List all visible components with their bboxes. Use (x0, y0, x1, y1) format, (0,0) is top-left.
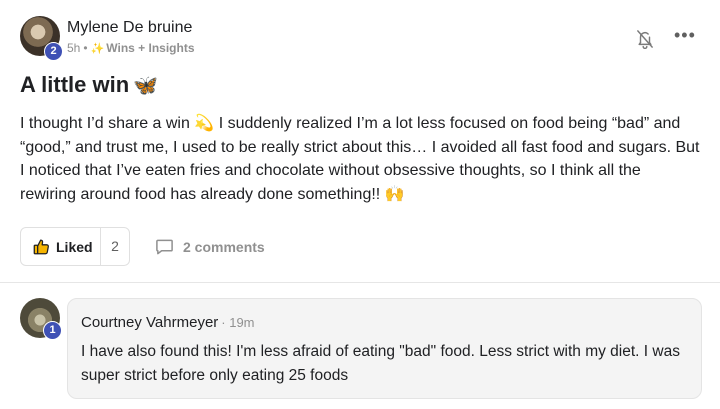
comment-time: · 19m (221, 315, 255, 330)
comment-bubble: Courtney Vahrmeyer · 19m I have also foun… (67, 298, 702, 399)
like-count[interactable]: 2 (101, 228, 129, 265)
comments-label: 2 comments (183, 238, 265, 255)
post-time: 5h (67, 41, 81, 55)
comment-text: I have also found this! I'm less afraid … (81, 343, 680, 384)
post-author[interactable]: Mylene De bruine (67, 19, 192, 37)
butterfly-emoji: 🦋 (133, 75, 159, 97)
comment-icon (156, 239, 173, 255)
post-category[interactable]: Wins + Insights (106, 41, 194, 55)
like-button[interactable]: Liked (21, 228, 101, 265)
post-title-text: A little win (20, 72, 130, 97)
author-level-badge: 2 (44, 42, 63, 61)
more-options-icon[interactable]: ••• (674, 26, 695, 48)
post-body: I thought I’d share a win 💫 I suddenly r… (20, 115, 700, 203)
like-control: Liked 2 (20, 227, 130, 266)
comments-button[interactable]: 2 comments (155, 237, 265, 256)
post-header: 2 Mylene De bruine 5h • ✨ Wins + Insights (20, 16, 700, 61)
sparkle-icon: ✨ (90, 43, 105, 55)
thumbs-up-icon (33, 239, 49, 255)
comment-header: Courtney Vahrmeyer · 19m (81, 314, 687, 332)
post-meta: 5h • ✨ Wins + Insights (67, 41, 195, 55)
meta-separator: • (83, 41, 88, 55)
bell-off-icon[interactable] (636, 29, 654, 50)
post-title: A little win 🦋 (20, 72, 158, 98)
like-label: Liked (56, 238, 93, 255)
comment-author[interactable]: Courtney Vahrmeyer (81, 314, 218, 331)
commenter-level-badge: 1 (43, 321, 62, 340)
divider (0, 282, 720, 283)
